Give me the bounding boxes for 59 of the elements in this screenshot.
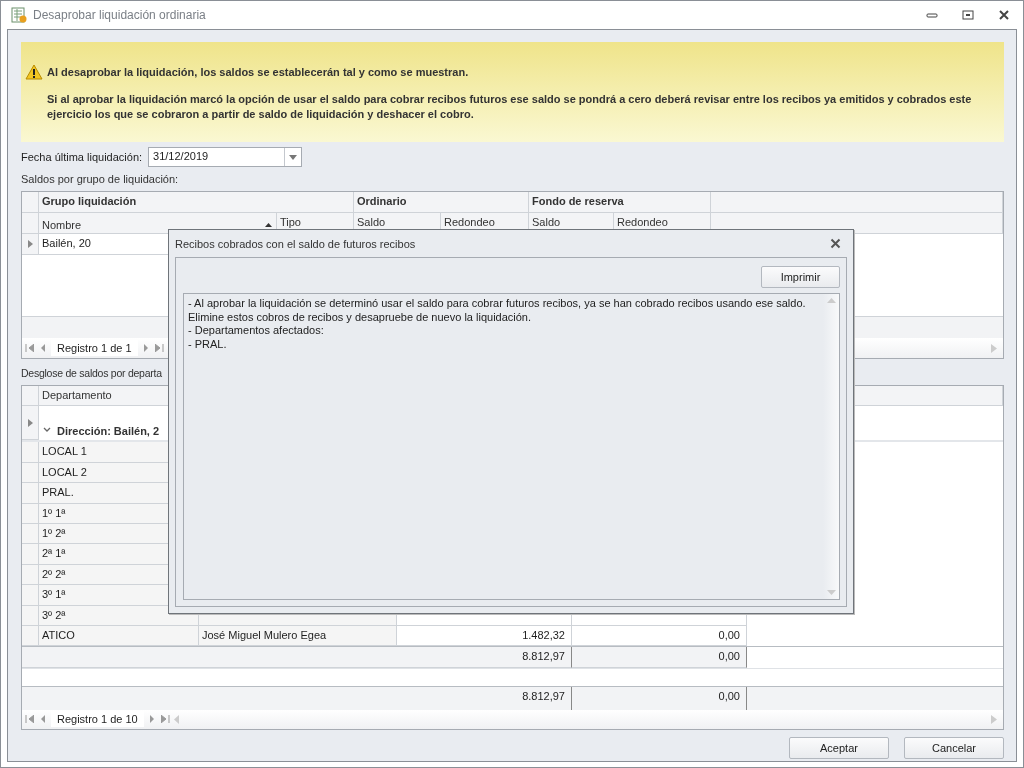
close-button[interactable] — [830, 238, 841, 249]
warning-icon — [25, 64, 43, 80]
grid-label: Saldos por grupo de liquidación: — [21, 173, 180, 187]
column-band-header: Ordinario — [354, 192, 529, 213]
window-title: Desaprobar liquidación ordinaria — [33, 8, 207, 22]
next-icon — [141, 344, 151, 352]
close-icon — [998, 9, 1010, 21]
message-line: - Departamentos afectados: — [188, 324, 325, 338]
message-line: - PRAL. — [188, 337, 228, 351]
record-counter: Registro 1 de 1 — [51, 340, 138, 356]
table-cell: 0,00 — [572, 625, 747, 647]
column-header[interactable]: Nombre — [42, 218, 82, 231]
sort-ascending-icon — [265, 222, 272, 227]
accept-button[interactable]: Aceptar — [789, 737, 889, 759]
scroll-right-button[interactable] — [991, 714, 997, 724]
row-header-cell — [22, 647, 39, 668]
down-arrow-icon — [826, 590, 836, 595]
dropdown-arrow-icon — [289, 154, 298, 160]
last-page-icon — [160, 715, 170, 724]
table-cell: 1.482,32 — [397, 625, 572, 647]
next-icon — [147, 715, 157, 724]
last-page-icon — [154, 344, 164, 352]
first-page-button[interactable] — [25, 344, 34, 352]
right-arrow-icon — [991, 343, 997, 353]
close-icon — [830, 238, 841, 249]
total-summary-value: 8.812,97 — [397, 687, 572, 710]
warning-text: Si al aprobar la liquidación marcó la opción de usar el saldo para cobrar recibos futuros ese saldo se pondrá a cero deberá revisar entre los recibos ya emitidos y cobrados este ejercicio los que se cobraron a partir de saldo de liquidación y deshacer el cobro. — [47, 92, 973, 122]
total-summary-value: 0,00 — [572, 687, 747, 710]
date-label: Fecha última liquidación: — [21, 151, 143, 163]
first-page-button[interactable] — [25, 715, 34, 724]
left-arrow-icon — [173, 714, 180, 724]
date-field[interactable]: 31/12/2019 — [148, 147, 303, 167]
group-row-label[interactable]: Dirección: Bailén, 2 — [57, 425, 160, 438]
column-band-header: Grupo liquidación — [39, 192, 354, 213]
spreadsheet-icon — [11, 7, 27, 23]
up-arrow-icon — [826, 298, 836, 303]
table-cell: ATICO — [39, 625, 199, 647]
cancel-button[interactable]: Cancelar — [904, 737, 1004, 759]
first-page-icon — [25, 715, 34, 724]
scroll-right-button[interactable] — [991, 343, 997, 353]
right-arrow-icon — [991, 714, 997, 724]
warning-heading: Al desaprobar la liquidación, los saldos se establecerán tal y como se muestran. — [47, 66, 469, 78]
restore-icon — [962, 10, 974, 20]
minimize-icon — [926, 11, 938, 19]
print-button[interactable]: Imprimir — [761, 266, 840, 288]
table-cell: José Miguel Mulero Egea — [199, 625, 397, 647]
message-line: - Al aprobar la liquidación se determinó usar el saldo para cobrar futuros recibos, ya se han cobrado recibos usando ese saldo. — [188, 297, 807, 311]
first-page-icon — [25, 344, 34, 352]
message-line: Elimine estos cobros de recibos y desapruebe de nuevo la liquidación. — [188, 310, 533, 324]
next-button[interactable] — [147, 715, 157, 724]
group-summary-value: 0,00 — [572, 647, 747, 668]
record-counter: Registro 1 de 10 — [51, 711, 144, 728]
last-page-button[interactable] — [154, 344, 164, 352]
grid-label: Desglose de saldos por departa — [21, 367, 163, 381]
next-button[interactable] — [141, 344, 151, 352]
scroll-left-button[interactable] — [173, 714, 180, 724]
last-page-button[interactable] — [160, 715, 170, 724]
group-summary-value: 8.812,97 — [397, 647, 572, 668]
column-band-header: Fondo de reserva — [529, 192, 711, 213]
